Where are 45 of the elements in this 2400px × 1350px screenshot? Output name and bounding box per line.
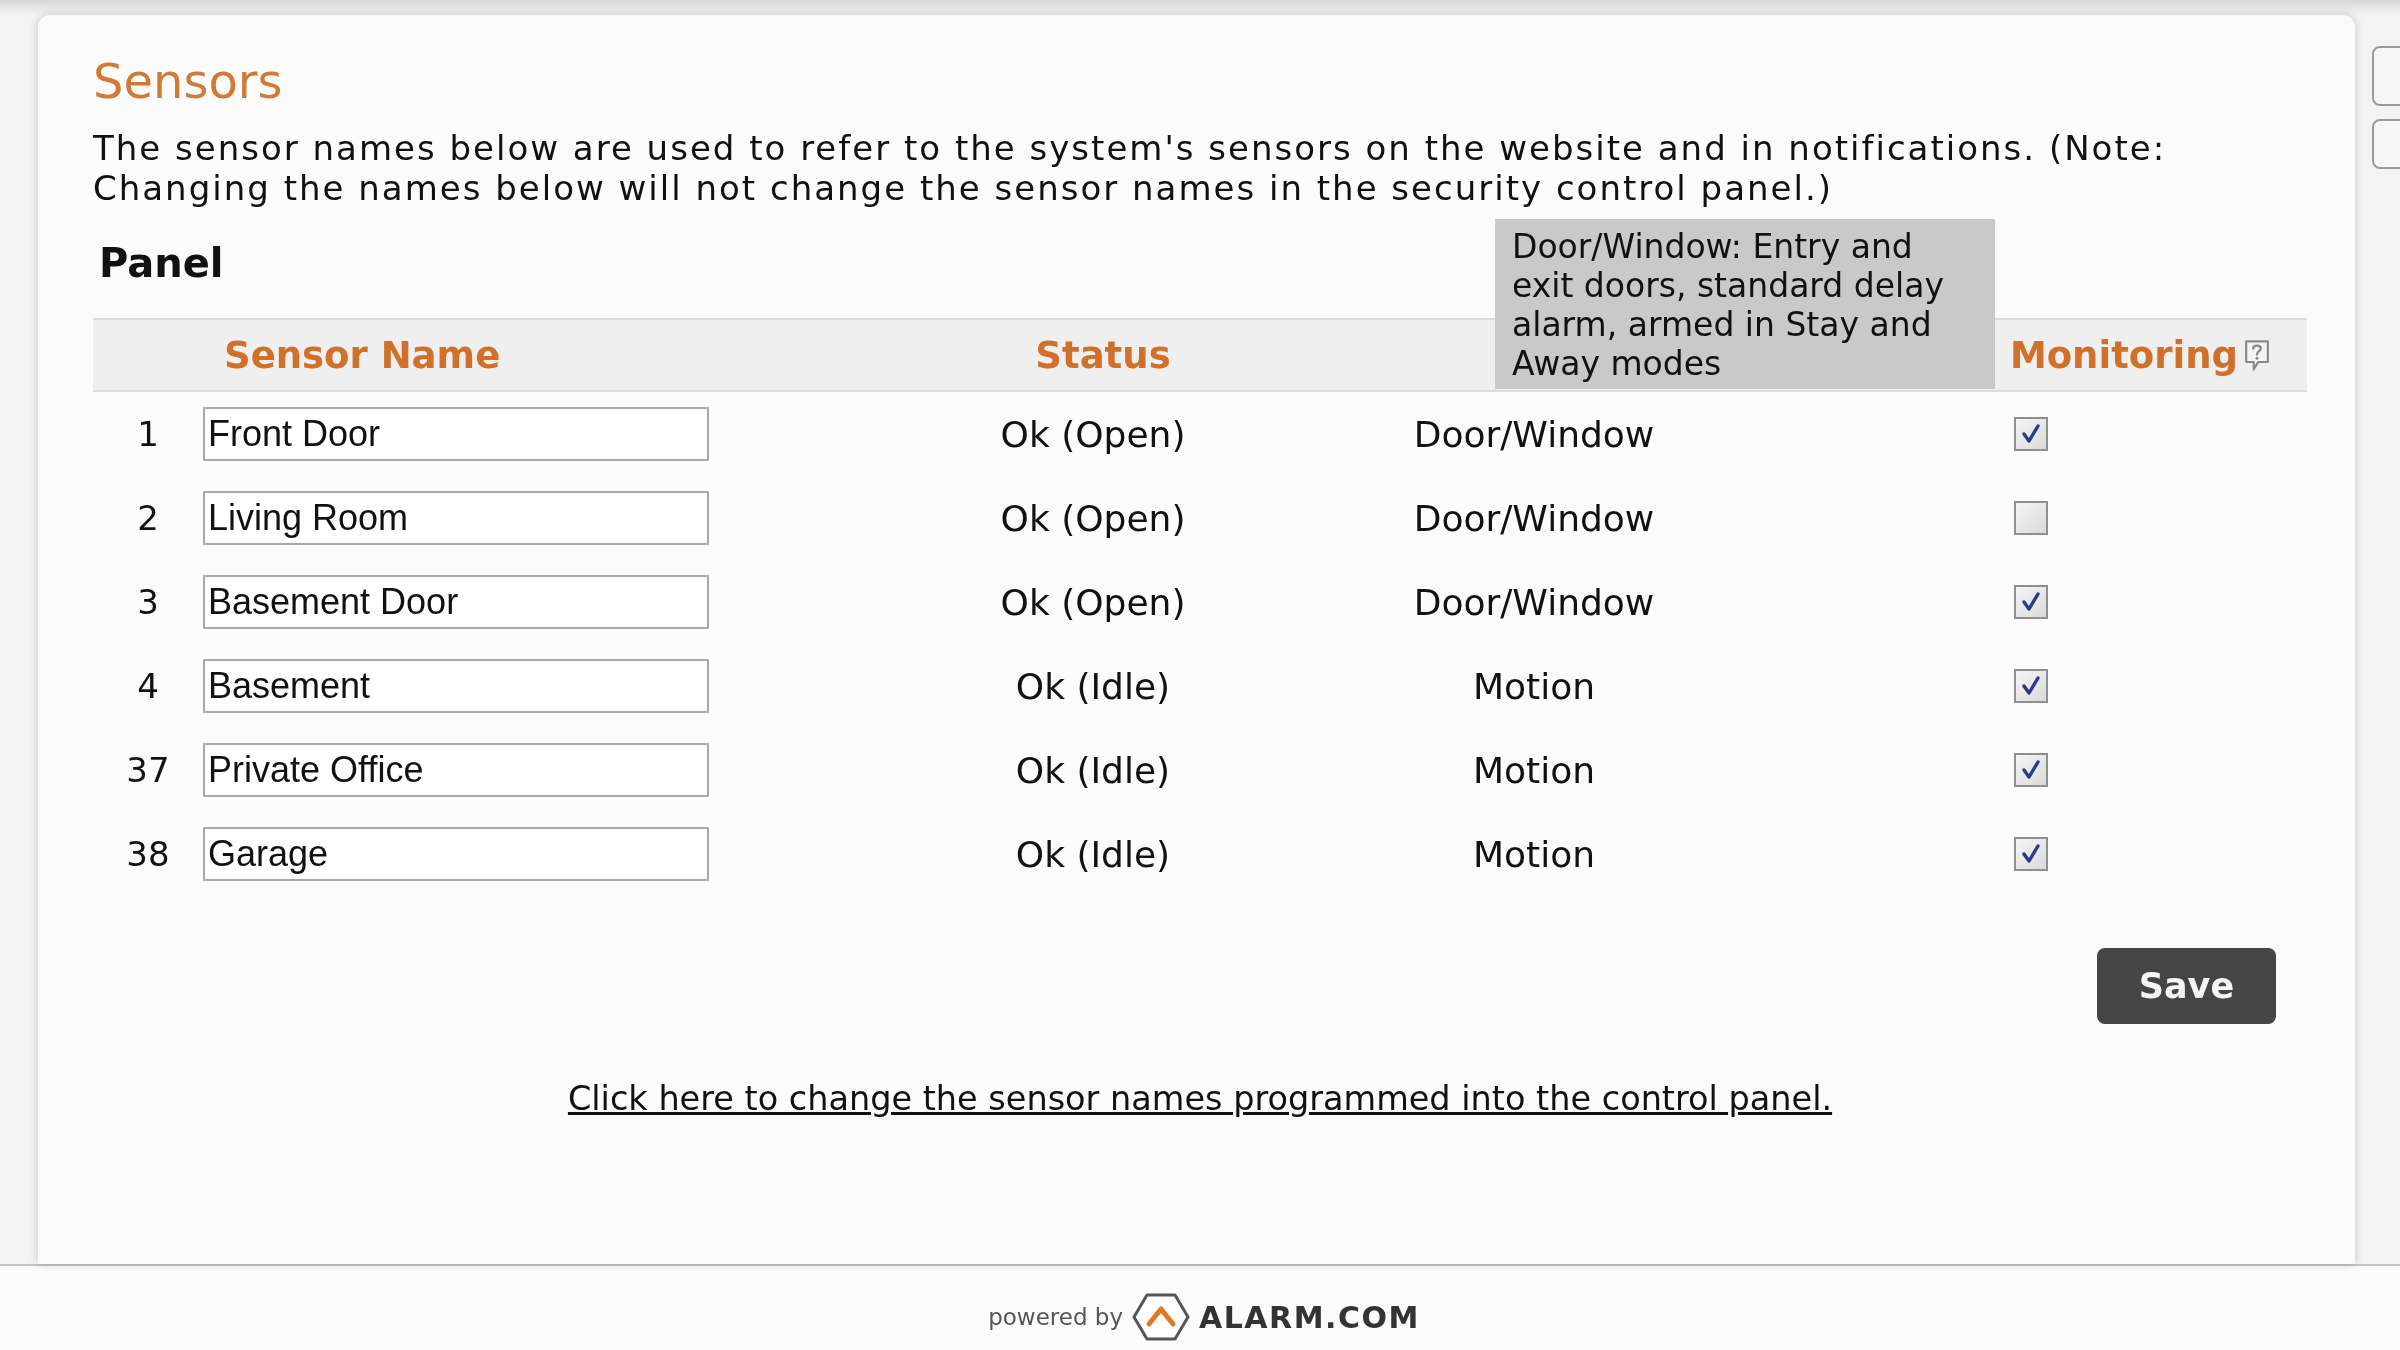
monitoring-checkbox[interactable] <box>2014 669 2048 703</box>
sensor-type-text: Door/Window <box>1413 581 1655 623</box>
change-names-link[interactable]: Click here to change the sensor names programmed into the control panel. <box>567 1079 1833 1119</box>
row-number: 4 <box>137 666 159 706</box>
status-text: Ok (Open) <box>1000 413 1186 455</box>
save-button[interactable]: Save <box>2097 948 2276 1024</box>
row-number: 1 <box>137 414 159 454</box>
sensor-name-field[interactable]: Basement <box>203 659 709 713</box>
column-header: Sensor Name <box>224 333 501 377</box>
status-text: Ok (Idle) <box>1015 833 1171 875</box>
status-text: Ok (Idle) <box>1015 665 1171 707</box>
sensor-name-field[interactable]: Basement Door <box>203 575 709 629</box>
sensor-type-text: Door/Window <box>1413 497 1655 539</box>
status-text: Ok (Open) <box>1000 497 1186 539</box>
monitoring-checkbox[interactable] <box>2014 753 2048 787</box>
monitoring-checkbox[interactable] <box>2014 837 2048 871</box>
column-header: Status <box>1035 333 1171 377</box>
row-number: 37 <box>126 750 170 790</box>
monitoring-checkbox[interactable] <box>2014 501 2048 535</box>
brand-name: ALARM.COM <box>1199 1299 1420 1335</box>
monitoring-checkbox[interactable] <box>2014 417 2048 451</box>
monitoring-checkbox[interactable] <box>2014 585 2048 619</box>
help-icon[interactable] <box>2244 338 2270 372</box>
status-text: Ok (Idle) <box>1015 749 1171 791</box>
column-header: Monitoring <box>2009 333 2238 377</box>
side-button[interactable] <box>2372 46 2400 106</box>
sensor-name-field[interactable]: Private Office <box>203 743 709 797</box>
section-heading: Panel <box>99 239 224 287</box>
sensor-name-field[interactable]: Garage <box>203 827 709 881</box>
row-number: 38 <box>126 834 170 874</box>
sensor-type-text: Motion <box>1472 665 1595 707</box>
row-number: 3 <box>137 582 159 622</box>
sensor-type-text: Motion <box>1472 749 1595 791</box>
sensor-type-text: Motion <box>1472 833 1595 875</box>
sensor-name-field[interactable]: Front Door <box>203 407 709 461</box>
sensor-type-text: Door/Window <box>1413 413 1655 455</box>
row-number: 2 <box>137 498 159 538</box>
powered-by-text: powered by <box>988 1304 1124 1330</box>
sensor-name-field[interactable]: Living Room <box>203 491 709 545</box>
description-text: The sensor names below are used to refer to the system's sensors on the website and in notifications. (Note: Changing the names below will not change the sensor names in the security control panel.) <box>93 128 2168 208</box>
status-text: Ok (Open) <box>1000 581 1186 623</box>
roof-logo-icon <box>1131 1292 1192 1342</box>
tooltip: Door/Window: Entry and exit doors, standard delay alarm, armed in Stay and Away modes <box>1495 219 1995 389</box>
side-button[interactable] <box>2372 119 2400 169</box>
page-title: Sensors <box>93 53 283 109</box>
